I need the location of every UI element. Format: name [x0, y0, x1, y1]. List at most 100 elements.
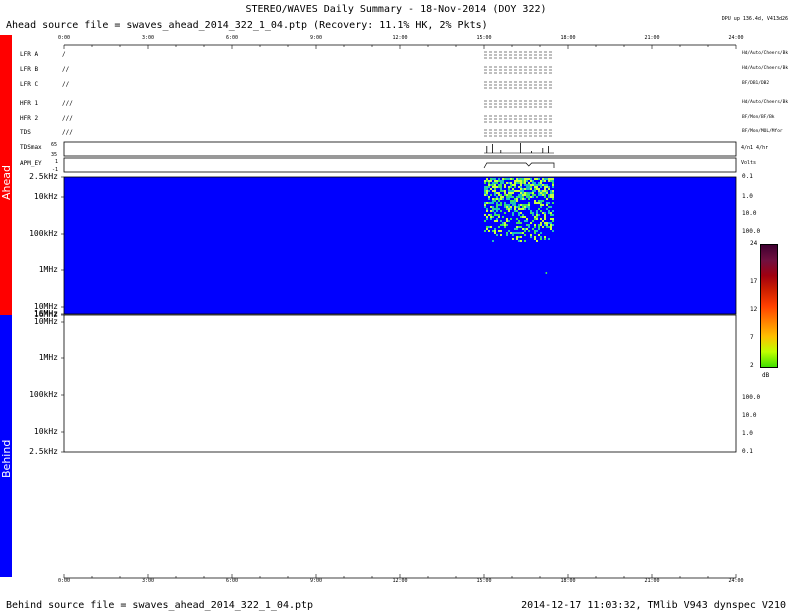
ahead-spectrogram-pixel — [506, 208, 508, 210]
ahead-spectrogram-pixel — [500, 204, 502, 206]
ahead-spectrogram-pixel — [536, 178, 538, 180]
ahead-spectrogram-pixel — [502, 190, 504, 192]
ahead-spectrogram-pixel — [520, 184, 522, 186]
ahead-spectrogram-pixel — [498, 208, 500, 210]
ahead-spectrogram-pixel — [512, 192, 514, 194]
ahead-spectrogram-pixel — [490, 180, 492, 182]
ahead-spectrogram-pixel — [502, 224, 504, 226]
ahead-spectrogram-pixel — [532, 182, 534, 184]
ahead-spectrogram-pixel — [508, 204, 510, 206]
ahead-spectrogram-pixel — [548, 222, 550, 224]
ahead-spectrogram-pixel — [528, 188, 530, 190]
ahead-spectrogram-pixel — [498, 186, 500, 188]
ahead-spectrogram-pixel — [500, 230, 502, 232]
ahead-spectrogram-pixel — [498, 192, 500, 194]
ahead-spectrogram-pixel — [536, 216, 538, 218]
ahead-spectrogram-pixel — [534, 232, 536, 234]
ahead-spectrogram-pixel — [534, 186, 536, 188]
ahead-spectrogram-pixel — [510, 192, 512, 194]
colorbar-tick: 7 — [750, 334, 754, 341]
ahead-spectrogram-pixel — [494, 214, 496, 216]
ahead-spectrogram-pixel — [496, 206, 498, 208]
ahead-spectrogram-pixel — [516, 226, 518, 228]
ahead-spectrogram-pixel — [512, 232, 514, 234]
ahead-spectrogram-pixel — [524, 230, 526, 232]
ahead-spectrogram-pixel — [502, 196, 504, 198]
colorbar — [760, 244, 778, 368]
ahead-spectrogram-pixel — [538, 192, 540, 194]
ahead-spectrogram-pixel — [550, 190, 552, 192]
behind-right-tick: 10.0 — [742, 412, 757, 419]
ahead-spectrogram-pixel — [528, 202, 530, 204]
ahead-spectrogram-pixel — [540, 204, 542, 206]
bottom-time-tick: 6:00 — [225, 578, 239, 584]
ahead-spectrogram-pixel — [548, 186, 550, 188]
ahead-spectrogram-pixel — [540, 202, 542, 204]
ahead-spectrogram-pixel — [536, 196, 538, 198]
ahead-spectrogram-pixel — [546, 192, 548, 194]
ahead-spectrogram-pixel — [488, 230, 490, 232]
ahead-spectrogram-pixel — [552, 180, 554, 182]
ahead-spectrogram-pixel — [504, 192, 506, 194]
ahead-spectrogram-pixel — [500, 194, 502, 196]
ahead-spectrogram-pixel — [508, 194, 510, 196]
ahead-spectrogram-pixel — [544, 184, 546, 186]
ahead-spectrogram-pixel — [506, 194, 508, 196]
bottom-time-axis: 0:00 3:00 6:00 9:00 12:00 15:00 18:00 21:00 24:0… — [58, 578, 744, 592]
ahead-spectrogram-pixel — [494, 232, 496, 234]
ahead-spectrogram-pixel — [502, 178, 504, 180]
ahead-spectrogram-pixel — [536, 186, 538, 188]
ahead-spectrogram-pixel — [496, 208, 498, 210]
ahead-spectrogram-pixel — [524, 220, 526, 222]
ahead-spectrogram-pixel — [552, 192, 554, 194]
ahead-spectrogram-pixel — [538, 202, 540, 204]
ahead-spectrogram-pixel — [520, 190, 522, 192]
ahead-spectrogram-pixel — [528, 182, 530, 184]
ahead-spectrogram-pixel — [496, 220, 498, 222]
ahead-spectrogram-pixel — [550, 224, 552, 226]
ahead-spectrogram-pixel — [500, 190, 502, 192]
ahead-spectrogram-pixel — [508, 186, 510, 188]
ahead-spectrogram-pixel — [520, 236, 522, 238]
apm-panel — [63, 157, 737, 173]
ahead-spectrogram-pixel — [552, 230, 554, 232]
ahead-spectrogram-pixel — [486, 192, 488, 194]
ahead-spectrogram-pixel — [524, 194, 526, 196]
ahead-spectrogram-pixel — [540, 180, 542, 182]
ahead-spectrogram-pixel — [550, 228, 552, 230]
ahead-spectrogram-pixel — [544, 178, 546, 180]
bottom-time-tick: 24:00 — [728, 578, 744, 584]
ahead-spectrogram-pixel — [522, 232, 524, 234]
ahead-spectrogram-pixel — [538, 182, 540, 184]
ahead-spectrogram-pixel — [496, 196, 498, 198]
ahead-spectrogram-pixel — [486, 202, 488, 204]
ahead-spectrogram-pixel — [488, 180, 490, 182]
ahead-spectrogram-pixel — [544, 196, 546, 198]
bottom-time-tick: 9:00 — [309, 578, 323, 584]
ahead-spectrogram-pixel — [512, 184, 514, 186]
behind-right-tick: 0.1 — [742, 448, 753, 455]
ahead-spectrogram-pixel — [488, 226, 490, 228]
ahead-spectrogram-pixel — [516, 228, 518, 230]
ahead-spectrogram-pixel — [548, 238, 550, 240]
ahead-spectrogram-pixel — [550, 226, 552, 228]
ahead-spectrogram-pixel — [512, 202, 514, 204]
ahead-spectrogram-pixel — [552, 186, 554, 188]
ahead-spectrogram-pixel — [508, 230, 510, 232]
ahead-spectrogram-pixel — [486, 210, 488, 212]
ahead-spectrogram-pixel — [492, 216, 494, 218]
ahead-spectrogram-pixel — [530, 192, 532, 194]
ahead-spectrogram-pixel — [546, 226, 548, 228]
ahead-spectrogram-pixel — [484, 204, 486, 206]
ahead-spectrogram-pixel — [518, 236, 520, 238]
ahead-spectrogram-pixel — [500, 186, 502, 188]
ahead-spectrogram-pixel — [522, 228, 524, 230]
ahead-spectrogram-pixel — [490, 214, 492, 216]
ahead-spectrogram-pixel — [538, 178, 540, 180]
ahead-spectrogram-pixel — [542, 180, 544, 182]
ahead-spectrogram-pixel — [520, 222, 522, 224]
behind-right-tick: 1.0 — [742, 430, 753, 437]
ahead-spectrogram-pixel — [498, 214, 500, 216]
ahead-spectrogram-pixel — [494, 178, 496, 180]
ahead-spectrogram-pixel — [500, 202, 502, 204]
